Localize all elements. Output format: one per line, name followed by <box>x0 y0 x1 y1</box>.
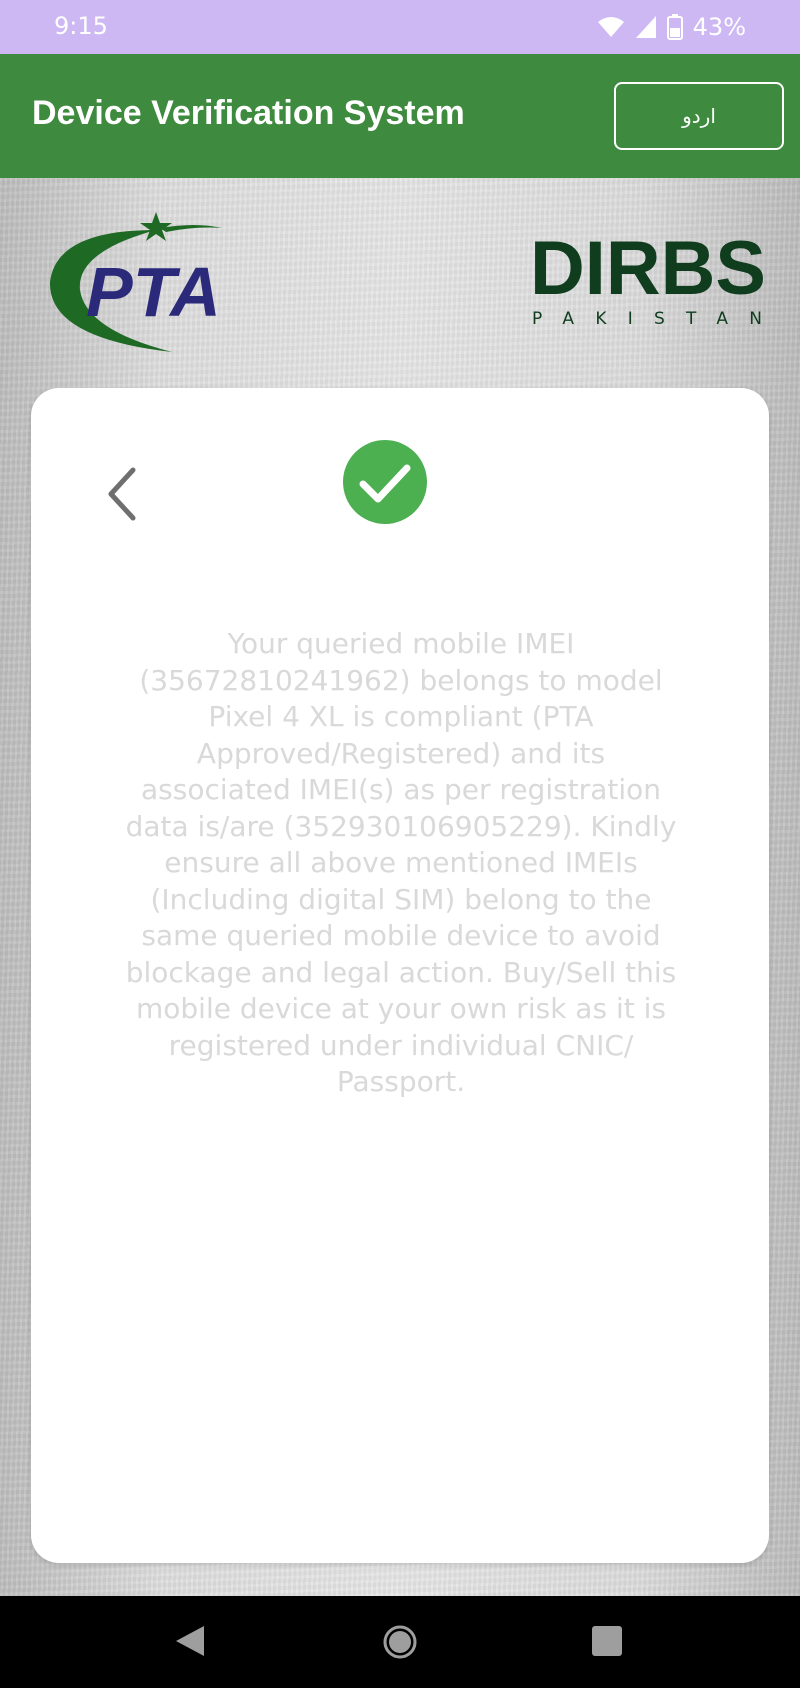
wifi-icon <box>597 17 624 37</box>
app-bar: Device Verification System اردو <box>0 54 800 178</box>
chevron-left-icon <box>108 467 136 521</box>
battery-icon <box>666 14 683 40</box>
status-icons: 43% <box>597 12 746 42</box>
pta-star <box>140 212 172 241</box>
battery-percentage: 43% <box>692 13 746 41</box>
pta-logo-text: PTA <box>86 253 221 331</box>
dirbs-logo: DIRBS PAKISTAN <box>530 228 766 329</box>
verification-message: Your queried mobile IMEI (35672810241962… <box>125 627 677 1098</box>
system-navigation-bar <box>0 1596 800 1688</box>
language-button-label: اردو <box>682 104 716 128</box>
status-time: 9:15 <box>54 12 108 40</box>
back-button[interactable] <box>91 458 161 528</box>
app-title: Device Verification System <box>32 94 465 132</box>
status-bar: 9:15 43% <box>0 0 800 54</box>
pta-logo: PTA <box>49 212 222 352</box>
nav-home-button[interactable] <box>382 1624 418 1660</box>
signal-icon <box>635 16 656 38</box>
dirbs-logo-text: DIRBS <box>530 228 766 311</box>
check-circle-icon <box>343 440 427 524</box>
nav-recents-button[interactable] <box>592 1626 622 1656</box>
language-toggle-button[interactable]: اردو <box>614 82 784 150</box>
nav-back-button[interactable] <box>174 1624 206 1658</box>
verification-result-card: Your queried mobile IMEI (35672810241962… <box>31 388 769 1563</box>
dirbs-logo-subtext: PAKISTAN <box>532 309 762 329</box>
